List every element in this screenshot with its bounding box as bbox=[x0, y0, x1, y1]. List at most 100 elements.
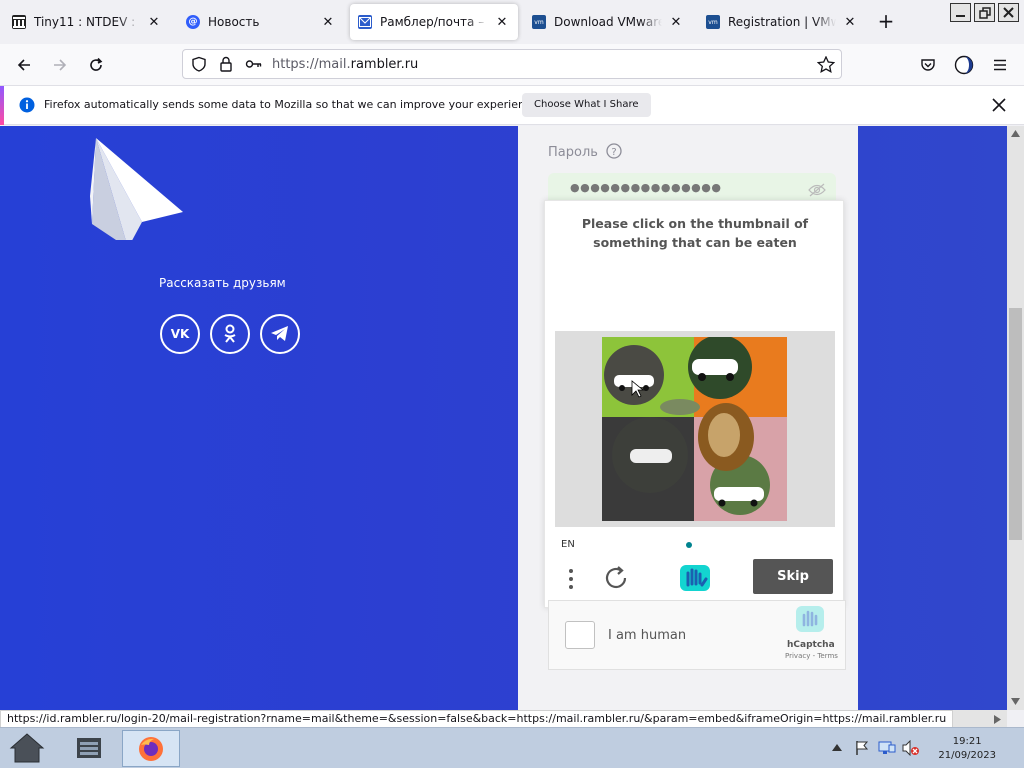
challenge-prompt: Please click on the thumbnail of somethi… bbox=[581, 216, 809, 250]
key-icon[interactable] bbox=[245, 58, 263, 70]
share-with-friends-label: Рассказать друзьям bbox=[159, 276, 286, 290]
hcaptcha-brand-label: hCaptcha bbox=[787, 640, 835, 650]
hcaptcha-logo-icon bbox=[680, 565, 710, 591]
tab-title: Рамблер/почта – надё bbox=[380, 15, 488, 29]
odnoklassniki-icon bbox=[224, 324, 236, 343]
more-options-icon[interactable] bbox=[567, 567, 575, 591]
url-text[interactable]: https://mail.rambler.ru bbox=[272, 57, 418, 72]
tab-title: Registration | VMware bbox=[728, 15, 836, 29]
tab-download-vmware[interactable]: vm Download VMware Wo ✕ bbox=[524, 4, 692, 40]
vertical-scrollbar[interactable] bbox=[1007, 126, 1024, 710]
menu-button[interactable] bbox=[987, 53, 1013, 77]
tab-title: Download VMware Wo bbox=[554, 15, 662, 29]
file-manager-icon[interactable] bbox=[74, 733, 104, 763]
tab-bar: Tiny11 : NTDEV : Free D ✕ @ Новость ✕ Ра… bbox=[0, 0, 1024, 44]
challenge-collage-image bbox=[602, 337, 787, 521]
reload-button[interactable] bbox=[83, 53, 109, 77]
clock-time: 19:21 bbox=[952, 736, 982, 747]
hamburger-menu-icon bbox=[994, 59, 1006, 71]
new-tab-plus-icon[interactable]: + bbox=[874, 10, 898, 34]
telegram-icon bbox=[271, 326, 288, 341]
back-button[interactable] bbox=[11, 53, 37, 77]
tab-title: Новость bbox=[208, 15, 260, 29]
system-clock[interactable]: 19:21 21/09/2023 bbox=[938, 735, 996, 763]
tray-expand-arrow-icon[interactable] bbox=[832, 744, 842, 751]
forward-button[interactable] bbox=[47, 53, 73, 77]
close-tab-icon[interactable]: ✕ bbox=[842, 14, 858, 30]
forward-arrow-icon bbox=[54, 59, 67, 71]
volume-muted-icon[interactable] bbox=[902, 740, 920, 756]
link-status-bar: https://id.rambler.ru/login-20/mail-regi… bbox=[0, 710, 954, 728]
challenge-image[interactable] bbox=[602, 337, 787, 521]
password-label: Пароль ? bbox=[548, 143, 622, 160]
firefox-icon bbox=[139, 737, 163, 761]
pocket-icon bbox=[921, 59, 935, 71]
scroll-down-arrow-icon[interactable] bbox=[1011, 698, 1020, 705]
clock-date: 21/09/2023 bbox=[938, 750, 996, 761]
close-tab-icon[interactable]: ✕ bbox=[494, 14, 510, 30]
back-arrow-icon bbox=[17, 59, 30, 71]
telegram-button[interactable] bbox=[260, 314, 300, 354]
paper-plane-logo bbox=[90, 138, 183, 240]
vk-button[interactable]: VK bbox=[160, 314, 200, 354]
url-bar[interactable]: https://mail.rambler.ru bbox=[182, 49, 842, 79]
shield-icon[interactable] bbox=[191, 56, 207, 72]
close-tab-icon[interactable]: ✕ bbox=[668, 14, 684, 30]
password-label-text: Пароль bbox=[548, 145, 598, 160]
language-selector[interactable]: EN bbox=[561, 539, 575, 550]
show-password-eye-icon[interactable] bbox=[808, 183, 826, 197]
password-value: ●●●●●●●●●●●●●●● bbox=[570, 181, 722, 194]
choose-what-i-share-button[interactable]: Choose What I Share bbox=[522, 93, 651, 117]
close-window-button[interactable] bbox=[998, 3, 1019, 22]
help-question-icon[interactable]: ? bbox=[606, 143, 622, 159]
tab-title: Tiny11 : NTDEV : Free D bbox=[34, 15, 140, 29]
close-notification-icon[interactable] bbox=[992, 98, 1006, 112]
network-icon[interactable] bbox=[878, 740, 896, 756]
firefox-taskbar-button[interactable] bbox=[122, 730, 180, 767]
scroll-up-arrow-icon[interactable] bbox=[1011, 130, 1020, 137]
notification-accent-stripe bbox=[0, 86, 4, 125]
i-am-human-checkbox[interactable] bbox=[565, 621, 595, 649]
vmware-icon: vm bbox=[706, 15, 720, 29]
tab-tiny11[interactable]: Tiny11 : NTDEV : Free D ✕ bbox=[4, 4, 170, 40]
pocket-button[interactable] bbox=[915, 53, 941, 77]
account-avatar-icon bbox=[954, 55, 974, 75]
vmware-icon: vm bbox=[532, 15, 546, 29]
close-tab-icon[interactable]: ✕ bbox=[146, 14, 162, 30]
info-icon bbox=[19, 97, 35, 113]
tab-rambler-mail[interactable]: Рамблер/почта – надё ✕ bbox=[350, 4, 518, 40]
skip-button[interactable]: Skip bbox=[753, 559, 833, 594]
reload-icon bbox=[90, 57, 103, 71]
restore-button[interactable] bbox=[974, 3, 995, 22]
close-tab-icon[interactable]: ✕ bbox=[320, 14, 336, 30]
archive-icon bbox=[12, 15, 26, 29]
url-prefix: https://mail. bbox=[272, 57, 351, 72]
url-domain: rambler.ru bbox=[350, 57, 419, 72]
lock-icon[interactable] bbox=[219, 56, 233, 72]
page-content: Рассказать друзьям VK Пароль ? ●●●●●●●●●… bbox=[0, 126, 1007, 710]
refresh-challenge-icon[interactable] bbox=[605, 565, 629, 591]
privacy-terms-links[interactable]: Privacy - Terms bbox=[785, 652, 838, 660]
hcaptcha-challenge: Please click on the thumbnail of somethi… bbox=[544, 200, 844, 608]
navigation-bar: https://mail.rambler.ru bbox=[0, 44, 1024, 86]
account-button[interactable] bbox=[951, 53, 977, 77]
hcaptcha-checkbox-widget: I am human hCaptcha Privacy - Terms bbox=[548, 600, 846, 670]
progress-dot bbox=[686, 542, 692, 548]
odnoklassniki-button[interactable] bbox=[210, 314, 250, 354]
challenge-image-area bbox=[555, 331, 835, 527]
vk-icon: VK bbox=[170, 327, 190, 341]
scroll-right-arrow-icon[interactable] bbox=[994, 715, 1001, 724]
mail-icon bbox=[358, 15, 372, 29]
start-menu-house-icon[interactable] bbox=[8, 731, 46, 765]
notification-text: Firefox automatically sends some data to… bbox=[44, 98, 542, 111]
tab-novost[interactable]: @ Новость ✕ bbox=[178, 4, 344, 40]
notification-bar: Firefox automatically sends some data to… bbox=[0, 86, 1024, 125]
hcaptcha-logo-icon bbox=[796, 606, 824, 632]
vertical-scroll-thumb[interactable] bbox=[1009, 308, 1022, 540]
tab-registration-vmware[interactable]: vm Registration | VMware ✕ bbox=[698, 4, 866, 40]
minimize-button[interactable] bbox=[950, 3, 971, 22]
svg-text:?: ? bbox=[611, 147, 616, 158]
bookmark-star-icon[interactable] bbox=[817, 56, 835, 73]
i-am-human-label: I am human bbox=[608, 628, 687, 643]
action-center-flag-icon[interactable] bbox=[854, 740, 870, 756]
